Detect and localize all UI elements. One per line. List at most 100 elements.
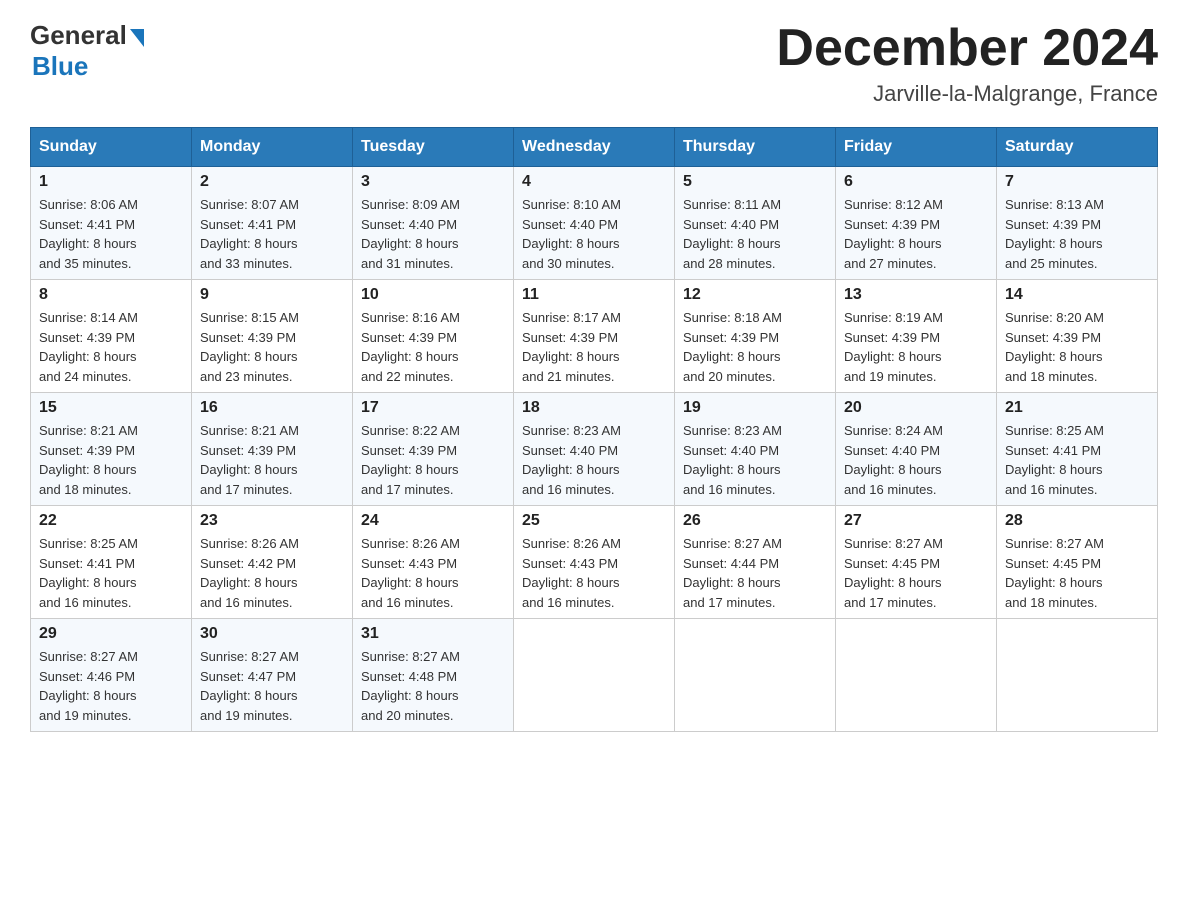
day-info: Sunrise: 8:22 AMSunset: 4:39 PMDaylight:… [361, 421, 505, 499]
day-info: Sunrise: 8:25 AMSunset: 4:41 PMDaylight:… [1005, 421, 1149, 499]
calendar-day-cell [997, 619, 1158, 732]
day-number: 5 [683, 173, 827, 191]
calendar-week-row: 1Sunrise: 8:06 AMSunset: 4:41 PMDaylight… [31, 167, 1158, 280]
day-number: 24 [361, 512, 505, 530]
day-number: 18 [522, 399, 666, 417]
calendar-day-cell: 3 Sunrise: 8:09 AMSunset: 4:40 PMDaylight… [353, 167, 514, 280]
day-number: 9 [200, 286, 344, 304]
calendar-header-sunday: Sunday [31, 128, 192, 167]
day-info: Sunrise: 8:09 AMSunset: 4:40 PMDaylight:… [361, 195, 505, 273]
calendar-day-cell [514, 619, 675, 732]
calendar-day-cell: 13 Sunrise: 8:19 AMSunset: 4:39 PMDayligh… [836, 280, 997, 393]
calendar-day-cell: 28Sunrise: 8:27 AMSunset: 4:45 PMDayligh… [997, 506, 1158, 619]
calendar-day-cell: 14 Sunrise: 8:20 AMSunset: 4:39 PMDayligh… [997, 280, 1158, 393]
day-info: Sunrise: 8:26 AMSunset: 4:43 PMDaylight:… [361, 534, 505, 612]
day-info: Sunrise: 8:11 AMSunset: 4:40 PMDaylight:… [683, 195, 827, 273]
logo: General Blue [30, 20, 144, 82]
day-info: Sunrise: 8:13 AMSunset: 4:39 PMDaylight:… [1005, 195, 1149, 273]
calendar-day-cell: 19 Sunrise: 8:23 AMSunset: 4:40 PMDayligh… [675, 393, 836, 506]
title-section: December 2024 Jarville-la-Malgrange, Fra… [776, 20, 1158, 107]
calendar-day-cell: 20Sunrise: 8:24 AMSunset: 4:40 PMDayligh… [836, 393, 997, 506]
calendar-header-tuesday: Tuesday [353, 128, 514, 167]
day-info: Sunrise: 8:16 AMSunset: 4:39 PMDaylight:… [361, 308, 505, 386]
calendar-day-cell: 9 Sunrise: 8:15 AMSunset: 4:39 PMDaylight… [192, 280, 353, 393]
day-number: 13 [844, 286, 988, 304]
day-info: Sunrise: 8:23 AMSunset: 4:40 PMDaylight:… [683, 421, 827, 499]
calendar-day-cell: 18 Sunrise: 8:23 AMSunset: 4:40 PMDayligh… [514, 393, 675, 506]
calendar-day-cell: 8 Sunrise: 8:14 AMSunset: 4:39 PMDaylight… [31, 280, 192, 393]
day-info: Sunrise: 8:15 AMSunset: 4:39 PMDaylight:… [200, 308, 344, 386]
calendar-day-cell: 17 Sunrise: 8:22 AMSunset: 4:39 PMDayligh… [353, 393, 514, 506]
calendar-day-cell: 31 Sunrise: 8:27 AMSunset: 4:48 PMDayligh… [353, 619, 514, 732]
day-number: 29 [39, 625, 183, 643]
day-number: 30 [200, 625, 344, 643]
calendar-day-cell: 12 Sunrise: 8:18 AMSunset: 4:39 PMDayligh… [675, 280, 836, 393]
day-info: Sunrise: 8:07 AMSunset: 4:41 PMDaylight:… [200, 195, 344, 273]
day-info: Sunrise: 8:21 AMSunset: 4:39 PMDaylight:… [200, 421, 344, 499]
day-info: Sunrise: 8:27 AMSunset: 4:44 PMDaylight:… [683, 534, 827, 612]
calendar-week-row: 29Sunrise: 8:27 AMSunset: 4:46 PMDayligh… [31, 619, 1158, 732]
day-number: 12 [683, 286, 827, 304]
calendar-day-cell: 27 Sunrise: 8:27 AMSunset: 4:45 PMDayligh… [836, 506, 997, 619]
calendar-week-row: 15 Sunrise: 8:21 AMSunset: 4:39 PMDayligh… [31, 393, 1158, 506]
calendar-day-cell: 22Sunrise: 8:25 AMSunset: 4:41 PMDayligh… [31, 506, 192, 619]
day-number: 2 [200, 173, 344, 191]
day-info: Sunrise: 8:17 AMSunset: 4:39 PMDaylight:… [522, 308, 666, 386]
day-number: 15 [39, 399, 183, 417]
calendar-day-cell [836, 619, 997, 732]
day-info: Sunrise: 8:10 AMSunset: 4:40 PMDaylight:… [522, 195, 666, 273]
day-number: 31 [361, 625, 505, 643]
calendar-day-cell: 21 Sunrise: 8:25 AMSunset: 4:41 PMDayligh… [997, 393, 1158, 506]
day-number: 27 [844, 512, 988, 530]
day-info: Sunrise: 8:06 AMSunset: 4:41 PMDaylight:… [39, 195, 183, 273]
day-number: 17 [361, 399, 505, 417]
calendar-day-cell: 30 Sunrise: 8:27 AMSunset: 4:47 PMDayligh… [192, 619, 353, 732]
day-number: 23 [200, 512, 344, 530]
day-info: Sunrise: 8:19 AMSunset: 4:39 PMDaylight:… [844, 308, 988, 386]
day-info: Sunrise: 8:25 AMSunset: 4:41 PMDaylight:… [39, 534, 183, 612]
calendar-header-row: SundayMondayTuesdayWednesdayThursdayFrid… [31, 128, 1158, 167]
day-info: Sunrise: 8:23 AMSunset: 4:40 PMDaylight:… [522, 421, 666, 499]
day-info: Sunrise: 8:14 AMSunset: 4:39 PMDaylight:… [39, 308, 183, 386]
logo-blue-text: Blue [32, 51, 88, 82]
calendar-day-cell: 26 Sunrise: 8:27 AMSunset: 4:44 PMDayligh… [675, 506, 836, 619]
calendar-day-cell: 23Sunrise: 8:26 AMSunset: 4:42 PMDayligh… [192, 506, 353, 619]
calendar-day-cell: 1Sunrise: 8:06 AMSunset: 4:41 PMDaylight… [31, 167, 192, 280]
calendar-day-cell: 24 Sunrise: 8:26 AMSunset: 4:43 PMDayligh… [353, 506, 514, 619]
location-subtitle: Jarville-la-Malgrange, France [776, 81, 1158, 107]
day-number: 4 [522, 173, 666, 191]
day-info: Sunrise: 8:27 AMSunset: 4:45 PMDaylight:… [844, 534, 988, 612]
day-number: 26 [683, 512, 827, 530]
calendar-day-cell: 5 Sunrise: 8:11 AMSunset: 4:40 PMDaylight… [675, 167, 836, 280]
day-number: 14 [1005, 286, 1149, 304]
calendar-day-cell: 11 Sunrise: 8:17 AMSunset: 4:39 PMDayligh… [514, 280, 675, 393]
day-number: 20 [844, 399, 988, 417]
calendar-day-cell: 29Sunrise: 8:27 AMSunset: 4:46 PMDayligh… [31, 619, 192, 732]
calendar-day-cell: 15Sunrise: 8:21 AMSunset: 4:39 PMDayligh… [31, 393, 192, 506]
day-info: Sunrise: 8:27 AMSunset: 4:48 PMDaylight:… [361, 647, 505, 725]
month-title: December 2024 [776, 20, 1158, 77]
day-number: 10 [361, 286, 505, 304]
day-info: Sunrise: 8:18 AMSunset: 4:39 PMDaylight:… [683, 308, 827, 386]
day-number: 3 [361, 173, 505, 191]
calendar-day-cell: 10 Sunrise: 8:16 AMSunset: 4:39 PMDayligh… [353, 280, 514, 393]
page-header: General Blue December 2024 Jarville-la-M… [30, 20, 1158, 107]
day-number: 6 [844, 173, 988, 191]
calendar-day-cell: 2 Sunrise: 8:07 AMSunset: 4:41 PMDaylight… [192, 167, 353, 280]
calendar-week-row: 8 Sunrise: 8:14 AMSunset: 4:39 PMDaylight… [31, 280, 1158, 393]
calendar-header-wednesday: Wednesday [514, 128, 675, 167]
day-number: 8 [39, 286, 183, 304]
day-number: 25 [522, 512, 666, 530]
day-info: Sunrise: 8:26 AMSunset: 4:43 PMDaylight:… [522, 534, 666, 612]
day-info: Sunrise: 8:27 AMSunset: 4:47 PMDaylight:… [200, 647, 344, 725]
day-number: 21 [1005, 399, 1149, 417]
day-info: Sunrise: 8:20 AMSunset: 4:39 PMDaylight:… [1005, 308, 1149, 386]
logo-general-text: General [30, 20, 127, 51]
day-number: 7 [1005, 173, 1149, 191]
day-number: 28 [1005, 512, 1149, 530]
calendar-day-cell: 16Sunrise: 8:21 AMSunset: 4:39 PMDayligh… [192, 393, 353, 506]
calendar-table: SundayMondayTuesdayWednesdayThursdayFrid… [30, 127, 1158, 732]
day-info: Sunrise: 8:12 AMSunset: 4:39 PMDaylight:… [844, 195, 988, 273]
day-number: 19 [683, 399, 827, 417]
day-number: 11 [522, 286, 666, 304]
